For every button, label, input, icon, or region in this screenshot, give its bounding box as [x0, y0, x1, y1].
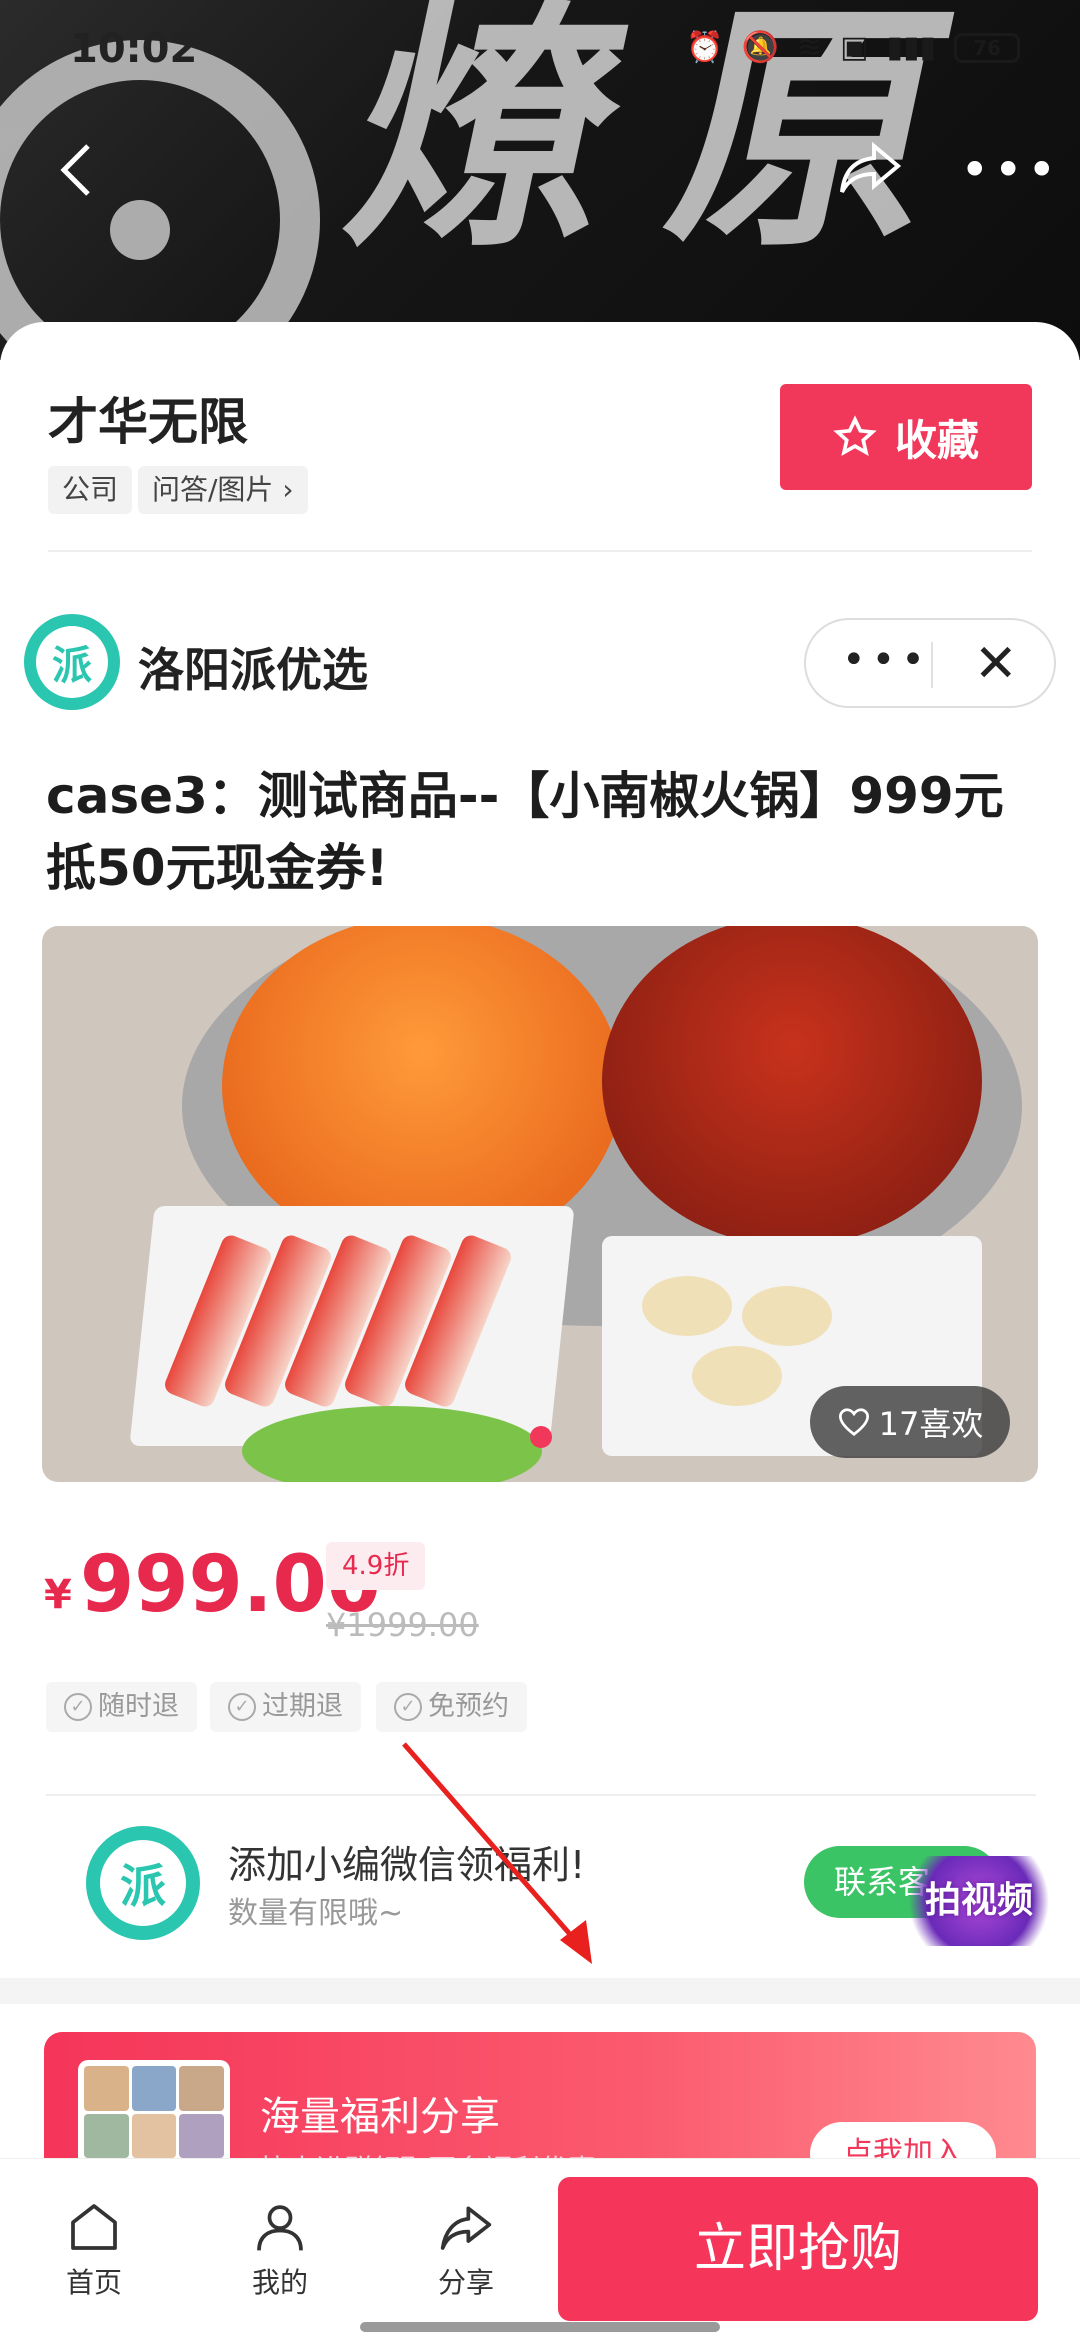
- home-indicator: [360, 2322, 720, 2332]
- hotpot-broth-spicy: [602, 926, 982, 1246]
- home-icon: [71, 2204, 117, 2250]
- merchant-logo[interactable]: 派: [24, 614, 120, 710]
- wifi-icon: ≋: [796, 30, 823, 65]
- user-icon: [257, 2205, 303, 2251]
- divider: [48, 550, 1032, 552]
- share-icon[interactable]: [838, 140, 908, 200]
- status-bar: 10:02 ⏰ 🔕 ≋ ▣ ▮▮▮ 76: [0, 20, 1080, 80]
- tab-share[interactable]: 分享: [406, 2199, 526, 2301]
- divider: [46, 1794, 1036, 1796]
- product-image-carousel[interactable]: 17喜欢: [42, 926, 1038, 1482]
- dumpling: [692, 1346, 782, 1406]
- heart-icon: [838, 1408, 869, 1436]
- star-icon: [833, 415, 877, 457]
- capsule-separator: [931, 642, 933, 688]
- discount-badge: 4.9折: [326, 1542, 426, 1590]
- merchant-logo-char: 派: [36, 626, 108, 698]
- dumpling: [642, 1276, 732, 1336]
- buy-now-button[interactable]: 立即抢购: [558, 2177, 1038, 2321]
- original-price: ¥1999.00: [326, 1606, 479, 1644]
- favorite-button[interactable]: 收藏: [780, 384, 1032, 490]
- tab-home[interactable]: 首页: [34, 2199, 154, 2301]
- capsule-more-icon[interactable]: •••: [842, 640, 931, 680]
- carousel-indicator: [530, 1426, 552, 1448]
- service-tag: ✓ 随时退: [46, 1682, 197, 1732]
- hd-icon: ▣: [840, 30, 869, 65]
- like-button[interactable]: 17喜欢: [810, 1386, 1010, 1458]
- company-title: 才华无限: [48, 393, 248, 451]
- wechat-logo-char: 派: [100, 1840, 186, 1926]
- check-icon: ✓: [64, 1693, 92, 1721]
- status-time: 10:02: [70, 26, 198, 72]
- service-tag: ✓ 过期退: [210, 1682, 361, 1732]
- capsule-close-icon[interactable]: ✕: [974, 634, 1018, 694]
- product-title: case3：测试商品--【小南椒火锅】999元抵50元现金券!: [46, 767, 1004, 897]
- more-icon[interactable]: •••: [960, 145, 1060, 195]
- status-icons: ⏰ 🔕 ≋ ▣ ▮▮▮ 76: [686, 30, 1020, 65]
- wechat-promo-logo: 派: [86, 1826, 200, 1940]
- logo-seal: [0, 40, 320, 360]
- tab-share-label: 分享: [437, 2266, 494, 2299]
- video-badge[interactable]: 拍视频: [904, 1856, 1054, 1946]
- service-tag: ✓ 免预约: [376, 1682, 527, 1732]
- back-icon[interactable]: [56, 140, 106, 200]
- wechat-promo-subtitle: 数量有限哦~: [228, 1896, 404, 1931]
- check-icon: ✓: [394, 1693, 422, 1721]
- tag-qa-images[interactable]: 问答/图片 ›: [138, 466, 308, 514]
- share-arrow-icon: [440, 2206, 492, 2250]
- banner-title: 海量福利分享: [260, 2094, 500, 2140]
- merchant-name: 洛阳派优选: [138, 643, 368, 697]
- tab-mine-label: 我的: [251, 2266, 308, 2299]
- signal-icon: ▮▮▮: [886, 30, 936, 65]
- check-icon: ✓: [228, 1693, 256, 1721]
- battery-icon: 76: [954, 32, 1020, 63]
- dumpling: [742, 1286, 832, 1346]
- favorite-label: 收藏: [894, 415, 979, 465]
- tag-company[interactable]: 公司: [48, 466, 133, 514]
- wechat-promo-title: 添加小编微信领福利!: [228, 1843, 586, 1887]
- bottom-action-bar: 首页 我的 分享 立即抢购: [0, 2158, 1080, 2340]
- section-gap: [0, 1978, 1080, 2004]
- tab-home-label: 首页: [65, 2266, 122, 2299]
- like-count: 17喜欢: [878, 1405, 984, 1443]
- mute-icon: 🔕: [741, 30, 779, 65]
- alarm-icon: ⏰: [686, 30, 724, 65]
- tab-mine[interactable]: 我的: [220, 2199, 340, 2301]
- mini-program-capsule: ••• ✕: [804, 618, 1056, 708]
- price-currency: ¥: [44, 1572, 72, 1618]
